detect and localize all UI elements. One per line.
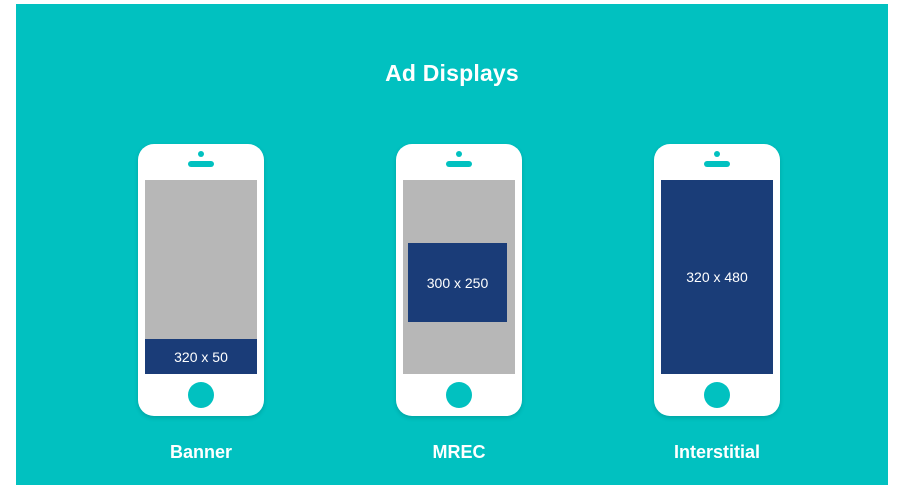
speaker-icon (188, 161, 214, 167)
phone-mrec: 300 x 250 (396, 144, 522, 416)
home-button-icon (446, 382, 472, 408)
camera-icon (456, 151, 462, 157)
ad-size-label: 320 x 480 (686, 269, 748, 285)
phone-banner: 320 x 50 (138, 144, 264, 416)
camera-icon (198, 151, 204, 157)
phone-screen: 320 x 50 (145, 180, 257, 374)
speaker-icon (704, 161, 730, 167)
label-interstitial: Interstitial (673, 442, 761, 462)
ad-size-label: 320 x 50 (174, 348, 228, 365)
page-title: Ad Displays (385, 60, 519, 86)
home-button-icon (188, 382, 214, 408)
slide-background: Ad Displays 320 x 50 300 x 250 320 x 480 (16, 4, 888, 485)
banner-ad: 320 x 50 (145, 339, 257, 374)
ad-size-label: 300 x 250 (426, 274, 489, 291)
phone-screen: 300 x 250 (403, 180, 515, 374)
camera-icon (714, 151, 720, 157)
home-button-icon (704, 382, 730, 408)
phone-interstitial: 320 x 480 (654, 144, 780, 416)
interstitial-ad: 320 x 480 (661, 180, 773, 374)
phone-screen: 320 x 480 (661, 180, 773, 374)
mrec-ad: 300 x 250 (408, 243, 507, 322)
speaker-icon (446, 161, 472, 167)
label-banner: Banner (169, 442, 232, 462)
label-mrec: MREC (432, 442, 486, 462)
